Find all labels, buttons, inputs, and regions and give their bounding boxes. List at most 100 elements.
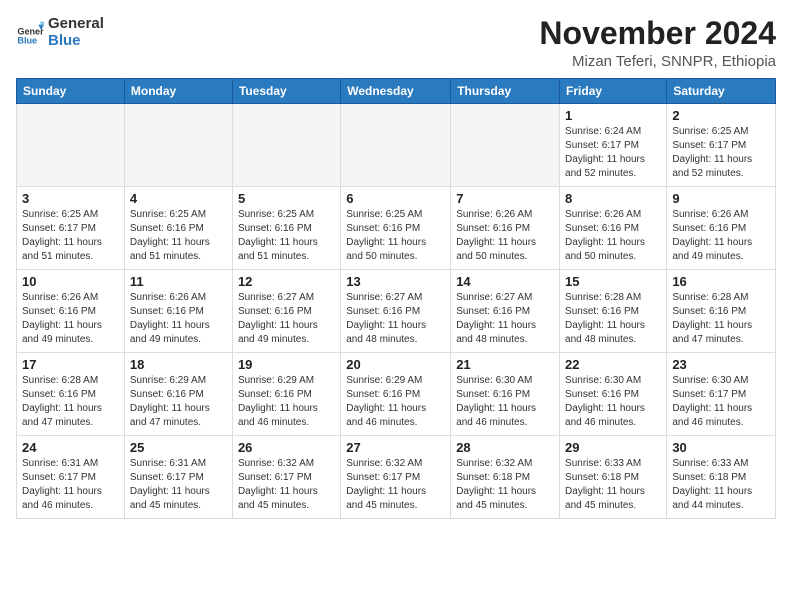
table-row: 18 Sunrise: 6:29 AM Sunset: 6:16 PM Dayli… xyxy=(124,353,232,436)
month-title: November 2024 xyxy=(539,16,776,51)
day-number: 28 xyxy=(456,440,554,455)
day-info: Sunrise: 6:26 AM Sunset: 6:16 PM Dayligh… xyxy=(130,291,227,347)
calendar-header: Sunday Monday Tuesday Wednesday Thursday… xyxy=(17,79,776,104)
col-friday: Friday xyxy=(560,79,667,104)
table-row: 10 Sunrise: 6:26 AM Sunset: 6:16 PM Dayli… xyxy=(17,270,125,353)
table-row: 26 Sunrise: 6:32 AM Sunset: 6:17 PM Dayli… xyxy=(232,436,340,519)
header: General Blue General Blue November 2024 … xyxy=(16,16,776,70)
day-number: 24 xyxy=(22,440,119,455)
day-number: 5 xyxy=(238,191,335,206)
day-info: Sunrise: 6:27 AM Sunset: 6:16 PM Dayligh… xyxy=(456,291,554,347)
day-info: Sunrise: 6:32 AM Sunset: 6:17 PM Dayligh… xyxy=(238,457,335,513)
day-info: Sunrise: 6:32 AM Sunset: 6:18 PM Dayligh… xyxy=(456,457,554,513)
day-number: 6 xyxy=(346,191,445,206)
day-number: 3 xyxy=(22,191,119,206)
day-number: 19 xyxy=(238,357,335,372)
col-sunday: Sunday xyxy=(17,79,125,104)
calendar-week-row: 1 Sunrise: 6:24 AM Sunset: 6:17 PM Daylig… xyxy=(17,104,776,187)
day-info: Sunrise: 6:26 AM Sunset: 6:16 PM Dayligh… xyxy=(672,208,770,264)
day-info: Sunrise: 6:28 AM Sunset: 6:16 PM Dayligh… xyxy=(565,291,661,347)
table-row: 28 Sunrise: 6:32 AM Sunset: 6:18 PM Dayli… xyxy=(451,436,560,519)
table-row: 19 Sunrise: 6:29 AM Sunset: 6:16 PM Dayli… xyxy=(232,353,340,436)
table-row: 20 Sunrise: 6:29 AM Sunset: 6:16 PM Dayli… xyxy=(341,353,451,436)
day-info: Sunrise: 6:27 AM Sunset: 6:16 PM Dayligh… xyxy=(238,291,335,347)
col-thursday: Thursday xyxy=(451,79,560,104)
day-number: 30 xyxy=(672,440,770,455)
day-info: Sunrise: 6:25 AM Sunset: 6:16 PM Dayligh… xyxy=(238,208,335,264)
table-row: 16 Sunrise: 6:28 AM Sunset: 6:16 PM Dayli… xyxy=(667,270,776,353)
table-row: 30 Sunrise: 6:33 AM Sunset: 6:18 PM Dayli… xyxy=(667,436,776,519)
day-info: Sunrise: 6:25 AM Sunset: 6:16 PM Dayligh… xyxy=(130,208,227,264)
day-number: 23 xyxy=(672,357,770,372)
table-row: 6 Sunrise: 6:25 AM Sunset: 6:16 PM Daylig… xyxy=(341,187,451,270)
title-block: November 2024 Mizan Teferi, SNNPR, Ethio… xyxy=(539,16,776,70)
day-number: 12 xyxy=(238,274,335,289)
day-info: Sunrise: 6:25 AM Sunset: 6:17 PM Dayligh… xyxy=(672,125,770,181)
day-number: 11 xyxy=(130,274,227,289)
table-row xyxy=(124,104,232,187)
day-number: 18 xyxy=(130,357,227,372)
table-row: 21 Sunrise: 6:30 AM Sunset: 6:16 PM Dayli… xyxy=(451,353,560,436)
day-info: Sunrise: 6:29 AM Sunset: 6:16 PM Dayligh… xyxy=(130,374,227,430)
day-info: Sunrise: 6:29 AM Sunset: 6:16 PM Dayligh… xyxy=(238,374,335,430)
table-row: 13 Sunrise: 6:27 AM Sunset: 6:16 PM Dayli… xyxy=(341,270,451,353)
table-row: 3 Sunrise: 6:25 AM Sunset: 6:17 PM Daylig… xyxy=(17,187,125,270)
table-row: 8Sunrise: 6:26 AM Sunset: 6:16 PM Daylig… xyxy=(560,187,667,270)
table-row: 17Sunrise: 6:28 AM Sunset: 6:16 PM Dayli… xyxy=(17,353,125,436)
day-number: 14 xyxy=(456,274,554,289)
day-number: 9 xyxy=(672,191,770,206)
table-row: 4 Sunrise: 6:25 AM Sunset: 6:16 PM Daylig… xyxy=(124,187,232,270)
day-info: Sunrise: 6:29 AM Sunset: 6:16 PM Dayligh… xyxy=(346,374,445,430)
day-number: 2 xyxy=(672,108,770,123)
day-info: Sunrise: 6:26 AM Sunset: 6:16 PM Dayligh… xyxy=(456,208,554,264)
day-info: Sunrise: 6:30 AM Sunset: 6:16 PM Dayligh… xyxy=(565,374,661,430)
day-info: Sunrise: 6:26 AM Sunset: 6:16 PM Dayligh… xyxy=(22,291,119,347)
table-row xyxy=(451,104,560,187)
table-row: 12 Sunrise: 6:27 AM Sunset: 6:16 PM Dayli… xyxy=(232,270,340,353)
day-number: 16 xyxy=(672,274,770,289)
logo-icon: General Blue xyxy=(16,19,44,47)
day-number: 13 xyxy=(346,274,445,289)
table-row xyxy=(341,104,451,187)
table-row: 1 Sunrise: 6:24 AM Sunset: 6:17 PM Daylig… xyxy=(560,104,667,187)
col-wednesday: Wednesday xyxy=(341,79,451,104)
day-number: 4 xyxy=(130,191,227,206)
day-info: Sunrise: 6:27 AM Sunset: 6:16 PM Dayligh… xyxy=(346,291,445,347)
table-row: 5 Sunrise: 6:25 AM Sunset: 6:16 PM Daylig… xyxy=(232,187,340,270)
calendar-week-row: 10 Sunrise: 6:26 AM Sunset: 6:16 PM Dayli… xyxy=(17,270,776,353)
day-info: Sunrise: 6:24 AM Sunset: 6:17 PM Dayligh… xyxy=(565,125,661,181)
day-info: Sunrise: 6:33 AM Sunset: 6:18 PM Dayligh… xyxy=(672,457,770,513)
day-info: Sunrise: 6:25 AM Sunset: 6:17 PM Dayligh… xyxy=(22,208,119,264)
table-row: 2 Sunrise: 6:25 AM Sunset: 6:17 PM Daylig… xyxy=(667,104,776,187)
day-number: 1 xyxy=(565,108,661,123)
logo: General Blue General Blue xyxy=(16,16,104,49)
day-info: Sunrise: 6:28 AM Sunset: 6:16 PM Dayligh… xyxy=(672,291,770,347)
day-number: 15 xyxy=(565,274,661,289)
logo-general-text: General xyxy=(48,16,104,33)
day-number: 10 xyxy=(22,274,119,289)
table-row xyxy=(232,104,340,187)
col-monday: Monday xyxy=(124,79,232,104)
day-number: 27 xyxy=(346,440,445,455)
day-number: 26 xyxy=(238,440,335,455)
table-row: 9 Sunrise: 6:26 AM Sunset: 6:16 PM Daylig… xyxy=(667,187,776,270)
table-row: 23Sunrise: 6:30 AM Sunset: 6:17 PM Dayli… xyxy=(667,353,776,436)
table-row xyxy=(17,104,125,187)
day-number: 7 xyxy=(456,191,554,206)
day-number: 29 xyxy=(565,440,661,455)
table-row: 11 Sunrise: 6:26 AM Sunset: 6:16 PM Dayli… xyxy=(124,270,232,353)
table-row: 25Sunrise: 6:31 AM Sunset: 6:17 PM Dayli… xyxy=(124,436,232,519)
day-info: Sunrise: 6:25 AM Sunset: 6:16 PM Dayligh… xyxy=(346,208,445,264)
table-row: 29 Sunrise: 6:33 AM Sunset: 6:18 PM Dayli… xyxy=(560,436,667,519)
day-info: Sunrise: 6:32 AM Sunset: 6:17 PM Dayligh… xyxy=(346,457,445,513)
day-info: Sunrise: 6:28 AM Sunset: 6:16 PM Dayligh… xyxy=(22,374,119,430)
day-number: 20 xyxy=(346,357,445,372)
day-number: 25 xyxy=(130,440,227,455)
day-number: 8 xyxy=(565,191,661,206)
day-number: 22 xyxy=(565,357,661,372)
table-row: 14 Sunrise: 6:27 AM Sunset: 6:16 PM Dayli… xyxy=(451,270,560,353)
day-number: 21 xyxy=(456,357,554,372)
day-info: Sunrise: 6:30 AM Sunset: 6:16 PM Dayligh… xyxy=(456,374,554,430)
day-info: Sunrise: 6:33 AM Sunset: 6:18 PM Dayligh… xyxy=(565,457,661,513)
calendar-week-row: 3 Sunrise: 6:25 AM Sunset: 6:17 PM Daylig… xyxy=(17,187,776,270)
